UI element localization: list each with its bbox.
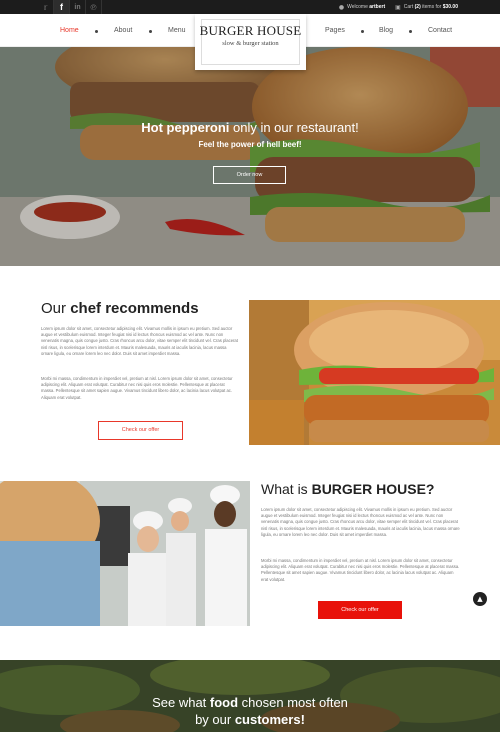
nav-pages[interactable]: Pages: [325, 27, 345, 34]
hero-banner: Hot pepperoni only in our restaurant! Fe…: [0, 47, 500, 266]
cart-total: $30.00: [442, 4, 458, 10]
hero-overlay: [0, 47, 500, 266]
hero-headline-rest: only in our restaurant!: [229, 120, 359, 135]
welcome-label: Welcome: [347, 4, 368, 10]
chefs-image: [0, 481, 250, 626]
social-links: 𝕣 f in ℗: [38, 0, 102, 14]
recommend-offer-button[interactable]: Check our offer: [98, 421, 183, 440]
logo-title: BURGER HOUSE: [199, 23, 302, 38]
cart-label[interactable]: Cart: [404, 4, 413, 10]
nav-home[interactable]: Home: [60, 27, 79, 34]
what-heading: What is BURGER HOUSE?: [261, 481, 434, 497]
recommend-heading-bold: chef recommends: [70, 300, 199, 317]
logo[interactable]: BURGER HOUSE slow & burger station: [195, 14, 306, 70]
line2-bold: customers!: [234, 712, 305, 727]
nav-separator: [409, 30, 412, 33]
nav-separator: [149, 30, 152, 33]
hero-headline-bold: Hot pepperoni: [141, 120, 230, 135]
chevron-up-icon[interactable]: ▲: [473, 592, 487, 606]
twitter-icon[interactable]: 𝕣: [38, 0, 54, 14]
nav-about[interactable]: About: [114, 27, 132, 34]
nav-contact[interactable]: Contact: [428, 27, 452, 34]
what-offer-button[interactable]: Check our offer: [318, 601, 402, 619]
line1-bold: food: [209, 695, 239, 710]
user-icon: ●: [338, 3, 345, 11]
what-paragraph-1: Lorem ipsum dolor sit amet, consectetur …: [261, 507, 460, 537]
pinterest-icon[interactable]: ℗: [86, 0, 102, 14]
cart-mid: items for: [422, 4, 442, 10]
nav-blog[interactable]: Blog: [379, 27, 393, 34]
popular-food-line-1: See what food chosen most often: [0, 695, 500, 710]
nav-separator: [361, 30, 364, 33]
line2-a: by our: [195, 712, 235, 727]
hero-subheadline: Feel the power of hell beef!: [198, 140, 302, 149]
logo-subtitle: slow & burger station: [222, 40, 279, 47]
cart-icon[interactable]: ▣: [395, 4, 401, 11]
cart-count: (2): [414, 4, 421, 10]
line1-a: See what: [152, 695, 210, 710]
recommend-paragraph-1: Lorem ipsum dolor sit amet, consectetur …: [41, 326, 238, 356]
recommend-paragraph-2: Morbi mi massa, condimentum in imperdiet…: [41, 376, 233, 400]
welcome-user[interactable]: artbert: [369, 4, 385, 10]
facebook-icon[interactable]: f: [54, 0, 70, 14]
chefs-illustration: [0, 481, 250, 626]
what-heading-light: What is: [261, 481, 312, 497]
linkedin-icon[interactable]: in: [70, 0, 86, 14]
popular-food-line-2: by our customers!: [0, 712, 500, 727]
recommend-heading-light: Our: [41, 300, 71, 317]
nav-menu[interactable]: Menu: [168, 27, 186, 34]
nav-separator: [95, 30, 98, 33]
page: 𝕣 f in ℗ ● Welcome artbert ▣ Cart (2) it…: [0, 0, 500, 732]
recommend-heading: Our chef recommends: [41, 300, 199, 317]
top-bar: 𝕣 f in ℗ ● Welcome artbert ▣ Cart (2) it…: [0, 0, 500, 14]
hero-headline: Hot pepperoni only in our restaurant!: [0, 120, 500, 135]
order-now-button[interactable]: Order now: [213, 166, 286, 184]
burger-illustration: [249, 300, 500, 445]
what-heading-bold: BURGER HOUSE?: [311, 481, 435, 497]
burger-image: [249, 300, 500, 445]
what-paragraph-2: Morbi mi massa, condimentum in imperdiet…: [261, 558, 460, 582]
popular-food-section: See what food chosen most often by our c…: [0, 660, 500, 732]
account-area: ● Welcome artbert ▣ Cart (2) items for $…: [339, 0, 458, 14]
line1-b: chosen most often: [238, 695, 348, 710]
